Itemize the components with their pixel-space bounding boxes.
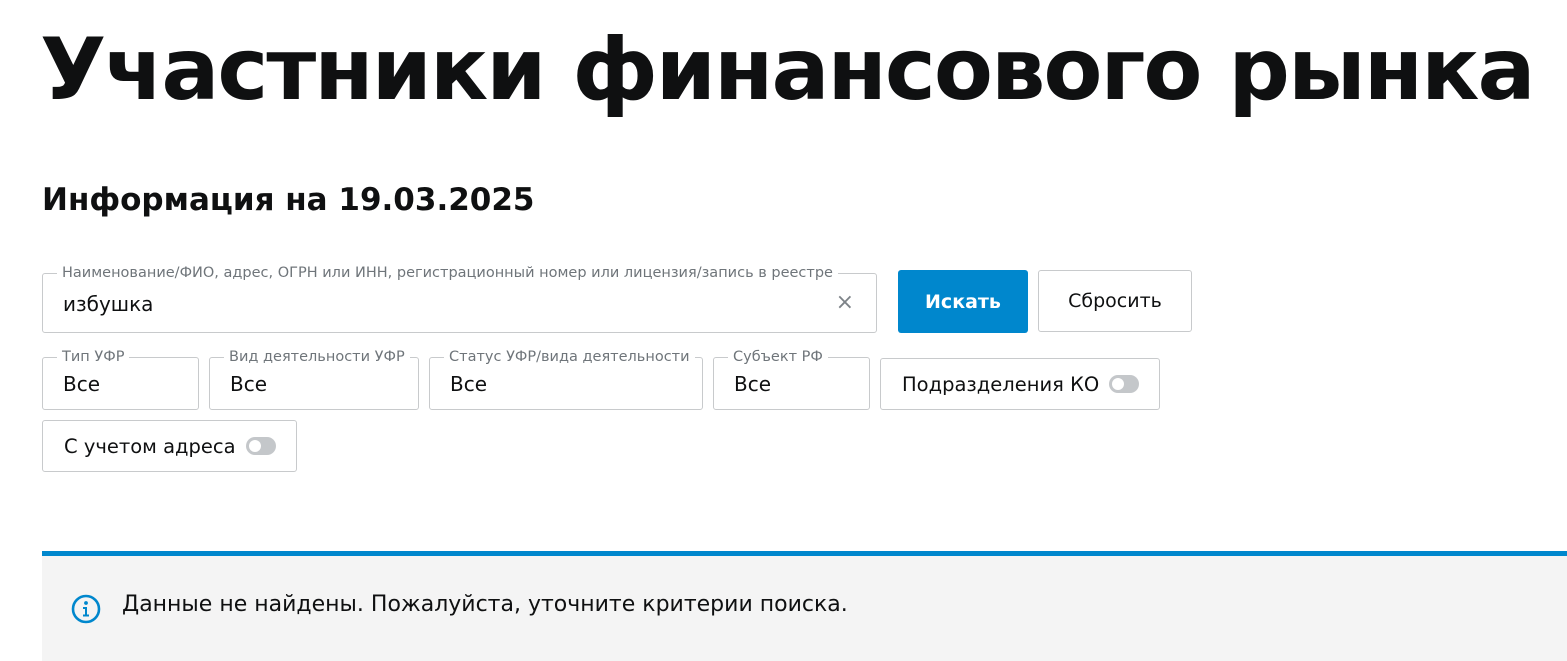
search-button[interactable]: Искать <box>898 270 1028 333</box>
subject-select-value: Все <box>734 372 772 396</box>
page-title: Участники финансового рынка <box>40 20 1536 120</box>
status-select-label: Статус УФР/вида деятельности <box>444 349 695 365</box>
subject-select-label: Субъект РФ <box>728 349 828 365</box>
no-results-alert: Данные не найдены. Пожалуйста, уточните … <box>42 551 1567 661</box>
search-field-label: Наименование/ФИО, адрес, ОГРН или ИНН, р… <box>57 265 838 281</box>
status-select-value: Все <box>450 372 488 396</box>
with-address-label: С учетом адреса <box>64 435 236 458</box>
ko-divisions-label: Подразделения КО <box>902 373 1100 396</box>
activity-select-label: Вид деятельности УФР <box>224 349 410 365</box>
ko-divisions-switch[interactable] <box>1109 375 1139 393</box>
search-input[interactable]: избушка <box>63 292 153 316</box>
with-address-toggle[interactable]: С учетом адреса <box>42 420 297 472</box>
reset-button[interactable]: Сбросить <box>1038 270 1192 332</box>
type-select-label: Тип УФР <box>57 349 130 365</box>
clear-icon[interactable]: × <box>836 292 854 314</box>
type-select[interactable]: Тип УФР Все <box>42 349 199 410</box>
search-field[interactable]: Наименование/ФИО, адрес, ОГРН или ИНН, р… <box>42 265 877 333</box>
activity-select[interactable]: Вид деятельности УФР Все <box>209 349 419 410</box>
subject-select[interactable]: Субъект РФ Все <box>713 349 870 410</box>
alert-message: Данные не найдены. Пожалуйста, уточните … <box>122 592 848 617</box>
activity-select-value: Все <box>230 372 268 396</box>
ko-divisions-toggle[interactable]: Подразделения КО <box>880 358 1160 410</box>
with-address-switch[interactable] <box>246 437 276 455</box>
status-select[interactable]: Статус УФР/вида деятельности Все <box>429 349 703 410</box>
info-icon <box>71 594 101 624</box>
info-date-heading: Информация на 19.03.2025 <box>42 182 535 218</box>
type-select-value: Все <box>63 372 101 396</box>
